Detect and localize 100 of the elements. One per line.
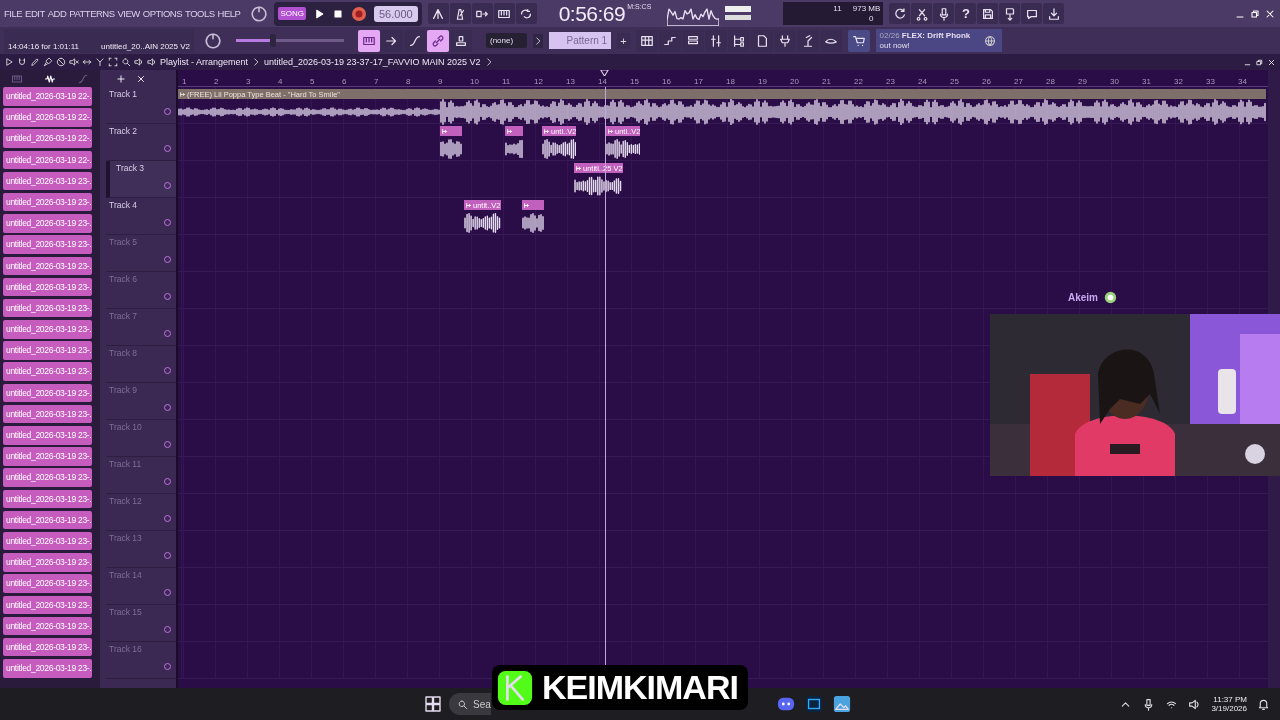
bar-number: 22	[854, 77, 863, 86]
bar-number: 30	[1110, 77, 1119, 86]
menu-item[interactable]: ADD	[47, 8, 67, 19]
bar-number: 16	[662, 77, 671, 86]
channel-dropdown[interactable]: (none)	[486, 33, 528, 48]
bar-number: 8	[406, 77, 411, 86]
browser-item[interactable]: untitled_2026-03-19 23-..	[3, 362, 92, 381]
track-header[interactable]: Track 4	[106, 198, 176, 235]
track-header[interactable]: Track 14	[106, 568, 176, 605]
bar-number: 32	[1174, 77, 1183, 86]
track-header[interactable]: Track 6	[106, 272, 176, 309]
song-mode-toggle[interactable]: SONG	[278, 7, 306, 20]
browser-item[interactable]: untitled_2026-03-19 23-..	[3, 298, 92, 318]
search-placeholder: Sea	[473, 698, 491, 710]
track-header[interactable]: Track 16	[106, 642, 176, 679]
menu-item[interactable]: HELP	[217, 8, 241, 19]
track-header[interactable]: Track 13	[106, 531, 176, 568]
bar-number: 20	[790, 77, 799, 86]
bar-number: 14	[598, 77, 607, 86]
browser-item[interactable]: untitled_2026-03-19 23-..	[3, 531, 92, 551]
news-panel[interactable]: 02/26 FLEX: Drift Phonk out now!	[875, 29, 1003, 52]
bar-number: 29	[1078, 77, 1087, 86]
browser-item[interactable]: untitled_2026-03-19 23-..	[3, 404, 92, 424]
menu-item[interactable]: EDIT	[25, 8, 45, 19]
bar-number: 2	[214, 77, 219, 86]
search-field[interactable]: Sea	[449, 693, 491, 715]
pattern-selector[interactable]: Pattern 1	[549, 32, 612, 49]
add-pattern-button[interactable]: +	[617, 32, 630, 49]
hint-project: untitled_20..AIN 2025 V2	[101, 41, 190, 51]
browser-item[interactable]: untitled_2026-03-19 22-..	[3, 87, 92, 106]
news-text: 02/26 FLEX: Drift Phonk out now!	[879, 30, 971, 51]
browser-item[interactable]: untitled_2026-03-19 23-..	[3, 489, 92, 509]
bar-number: 25	[950, 77, 959, 86]
browser-item[interactable]: untitled_2026-03-19 23-..	[3, 553, 92, 572]
browser-item[interactable]: untitled_2026-03-19 23-..	[3, 510, 92, 530]
browser-item[interactable]: untitled_2026-03-19 23-..	[3, 277, 92, 297]
menu-item[interactable]: FILE	[4, 8, 23, 19]
browser-item[interactable]: untitled_2026-03-19 23-..	[3, 574, 92, 593]
bar-number: 28	[1046, 77, 1055, 86]
bar-number: 21	[822, 77, 831, 86]
bar-number: 7	[374, 77, 379, 86]
track-header[interactable]: Track 5	[106, 235, 176, 272]
browser-item[interactable]: untitled_2026-03-19 23-..	[3, 341, 92, 360]
channel-name: KEIMKIMARI	[542, 668, 738, 707]
bar-number: 23	[886, 77, 895, 86]
streamer-name: Akeim	[1068, 292, 1098, 303]
bar-number: 17	[694, 77, 703, 86]
browser-item[interactable]: untitled_2026-03-19 23-..	[3, 659, 92, 678]
bar-number: 27	[1014, 77, 1023, 86]
bar-number: 6	[342, 77, 347, 86]
track-header[interactable]: Track 1	[106, 87, 176, 124]
bar-number: 9	[438, 77, 443, 86]
menu-item[interactable]: VIEW	[117, 8, 140, 19]
browser-item[interactable]: untitled_2026-03-19 23-..	[3, 426, 92, 445]
browser-item[interactable]: untitled_2026-03-19 22-..	[3, 129, 92, 148]
browser-item[interactable]: untitled_2026-03-19 22-..	[3, 108, 92, 127]
bar-number: 10	[470, 77, 479, 86]
browser-item[interactable]: untitled_2026-03-19 23-..	[3, 595, 92, 614]
tempo-field[interactable]: 56.000	[374, 5, 418, 22]
bar-number: 5	[310, 77, 315, 86]
browser-item[interactable]: untitled_2026-03-19 23-..	[3, 616, 92, 636]
song-time: 0:56:69	[558, 1, 626, 26]
bar-number: 11	[502, 77, 511, 86]
browser-item[interactable]: untitled_2026-03-19 23-..	[3, 214, 92, 233]
bar-number: 33	[1206, 77, 1215, 86]
browser-item[interactable]: untitled_2026-03-19 23-..	[3, 383, 92, 403]
help-button[interactable]: ?	[955, 3, 977, 24]
track-header[interactable]: Track 12	[106, 494, 176, 531]
bar-number: 1	[182, 77, 187, 86]
browser-item[interactable]: untitled_2026-03-19 23-..	[3, 320, 92, 339]
browser-item[interactable]: untitled_2026-03-19 23-..	[3, 637, 92, 657]
bar-number: 26	[982, 77, 991, 86]
browser-item[interactable]: untitled_2026-03-19 23-..	[3, 235, 92, 254]
bar-number: 24	[918, 77, 927, 86]
browser-item[interactable]: untitled_2026-03-19 23-..	[3, 468, 92, 487]
menu-item[interactable]: OPTIONS	[142, 8, 183, 19]
track-header[interactable]: Track 10	[106, 420, 176, 457]
bar-number: 3	[246, 77, 251, 86]
window-title: Playlist - Arrangement	[160, 57, 249, 67]
clock-date: 3/19/2026	[1211, 704, 1247, 713]
bar-number: 15	[630, 77, 639, 86]
browser-item[interactable]: untitled_2026-03-19 23-..	[3, 256, 92, 275]
track-header[interactable]: Track 7	[106, 309, 176, 346]
track-header[interactable]: Track 3	[106, 161, 176, 198]
project-name: untitled_2026-03-19 23-37-17_FAVVIO MAIN 2025 V2	[264, 57, 481, 67]
polyphony-reading: 0	[868, 14, 874, 23]
bar-number: 12	[534, 77, 543, 86]
menu-item[interactable]: TOOLS	[185, 8, 215, 19]
browser-item[interactable]: untitled_2026-03-19 22-..	[3, 150, 92, 170]
bar-number: 4	[278, 77, 283, 86]
browser-item[interactable]: untitled_2026-03-19 23-..	[3, 447, 92, 466]
browser-item[interactable]: untitled_2026-03-19 23-..	[3, 171, 92, 191]
bar-number: 19	[758, 77, 767, 86]
track-header[interactable]: Track 11	[106, 457, 176, 494]
browser-item[interactable]: untitled_2026-03-19 23-..	[3, 192, 92, 212]
timeline-ruler[interactable]: 1 2 3 4 5 6 7 8 9 10 11 12 13 14 15 16 17 18 19 20 21 22 23 24 25 26 27 28 29 30 31 32 33 34	[178, 70, 1268, 87]
cpu-reading: 11	[833, 4, 842, 13]
menu-item[interactable]: PATTERNS	[69, 8, 115, 19]
track-header[interactable]: Track 15	[106, 605, 176, 642]
bar-number: 18	[726, 77, 735, 86]
